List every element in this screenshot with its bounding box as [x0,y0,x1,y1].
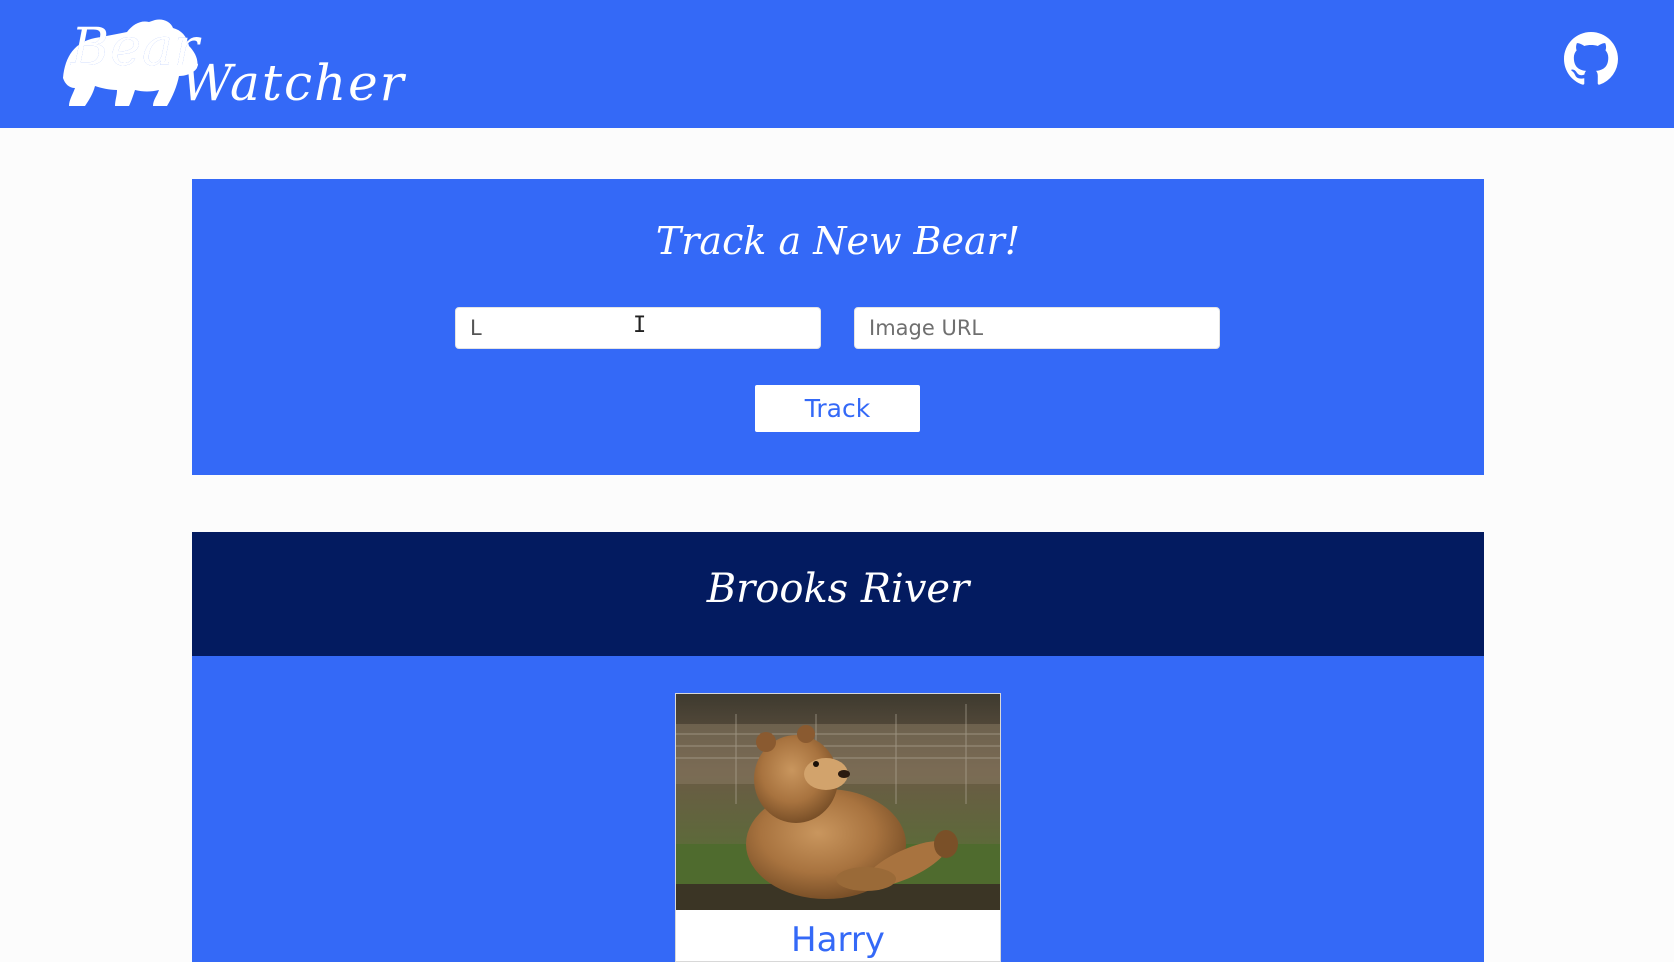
bear-name: Harry [791,920,885,960]
form-title: Track a New Bear! [655,219,1021,263]
bear-photo [676,694,1000,910]
river-section-body: Harry [192,656,1484,962]
image-url-input[interactable] [854,307,1220,349]
bear-card[interactable]: Harry [675,693,1001,962]
brand-name-line2: Watcher [181,54,406,112]
river-title: Brooks River [706,566,970,612]
navbar: Bear Watcher [0,0,1674,128]
track-bear-form: Track a New Bear! Track [192,179,1484,475]
brand-logo[interactable]: Bear Watcher [55,12,404,112]
github-icon[interactable] [1564,32,1618,86]
track-button[interactable]: Track [755,385,920,432]
river-section-header: Brooks River [192,532,1484,656]
bear-name-input[interactable] [455,307,821,349]
